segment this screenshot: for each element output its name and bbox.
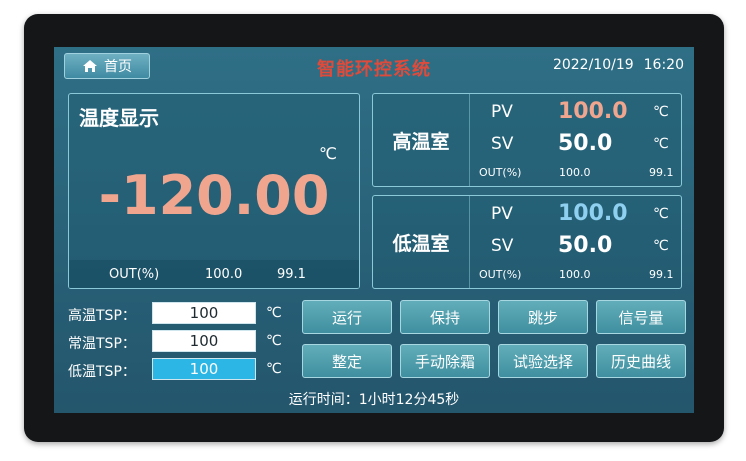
output-value-2: 99.1 xyxy=(277,267,306,282)
output-label: OUT(%) xyxy=(479,166,522,179)
normal-tsp-unit: ℃ xyxy=(266,333,282,349)
run-button[interactable]: 运行 xyxy=(302,300,392,334)
sv-value: 50.0 xyxy=(558,131,613,156)
pv-value: 100.0 xyxy=(558,201,628,226)
high-tsp-label: 高温TSP： xyxy=(68,308,136,324)
pv-label: PV xyxy=(491,204,513,224)
temperature-output-row: OUT(%) 100.0 99.1 xyxy=(69,260,359,288)
output-value-2: 99.1 xyxy=(649,268,674,281)
high-temp-chamber-panel: 高温室 PV 100.0 ℃ SV 50.0 ℃ OUT(%) 100.0 99… xyxy=(372,93,682,187)
sv-label: SV xyxy=(491,134,514,154)
system-title: 智能环控系统 xyxy=(317,59,431,80)
sv-unit: ℃ xyxy=(653,136,669,152)
high-tsp-input[interactable]: 100 xyxy=(152,302,256,324)
history-curve-button[interactable]: 历史曲线 xyxy=(596,344,686,378)
low-tsp-label: 低温TSP： xyxy=(68,364,136,380)
output-value-1: 100.0 xyxy=(559,268,591,281)
sv-value: 50.0 xyxy=(558,233,613,258)
output-value-1: 100.0 xyxy=(205,267,243,282)
home-label: 首页 xyxy=(104,59,132,75)
output-label: OUT(%) xyxy=(479,268,522,281)
runtime-status: 运行时间：1小时12分45秒 xyxy=(288,392,460,408)
home-button[interactable]: 首页 xyxy=(64,53,150,79)
manual-defrost-button[interactable]: 手动除霜 xyxy=(400,344,490,378)
tune-button[interactable]: 整定 xyxy=(302,344,392,378)
output-label: OUT(%) xyxy=(109,267,160,282)
low-tsp-input[interactable]: 100 xyxy=(152,358,256,380)
hmi-screen: 首页 智能环控系统 2022/10/19 16:20 温度显示 ℃ -120.00… xyxy=(54,47,694,413)
datetime: 2022/10/19 16:20 xyxy=(553,57,684,73)
temperature-panel: 温度显示 ℃ -120.00 OUT(%) 100.0 99.1 xyxy=(68,93,360,289)
chamber-name: 低温室 xyxy=(373,196,470,288)
low-tsp-unit: ℃ xyxy=(266,361,282,377)
temperature-title: 温度显示 xyxy=(79,106,159,130)
pv-label: PV xyxy=(491,102,513,122)
pv-unit: ℃ xyxy=(653,104,669,120)
home-icon xyxy=(82,59,98,73)
normal-tsp-input[interactable]: 100 xyxy=(152,330,256,352)
signal-button[interactable]: 信号量 xyxy=(596,300,686,334)
normal-tsp-label: 常温TSP： xyxy=(68,336,136,352)
date-text: 2022/10/19 xyxy=(552,57,634,73)
output-value-2: 99.1 xyxy=(649,166,674,179)
temperature-unit: ℃ xyxy=(319,144,337,163)
output-value-1: 100.0 xyxy=(559,166,591,179)
skip-step-button[interactable]: 跳步 xyxy=(498,300,588,334)
low-temp-chamber-panel: 低温室 PV 100.0 ℃ SV 50.0 ℃ OUT(%) 100.0 99… xyxy=(372,195,682,289)
hold-button[interactable]: 保持 xyxy=(400,300,490,334)
chamber-name: 高温室 xyxy=(373,94,470,186)
sv-unit: ℃ xyxy=(653,238,669,254)
high-tsp-unit: ℃ xyxy=(266,305,282,321)
pv-value: 100.0 xyxy=(558,99,628,124)
sv-label: SV xyxy=(491,236,514,256)
test-select-button[interactable]: 试验选择 xyxy=(498,344,588,378)
temperature-value: -120.00 xyxy=(98,164,330,227)
time-text: 16:20 xyxy=(643,57,684,73)
pv-unit: ℃ xyxy=(653,206,669,222)
